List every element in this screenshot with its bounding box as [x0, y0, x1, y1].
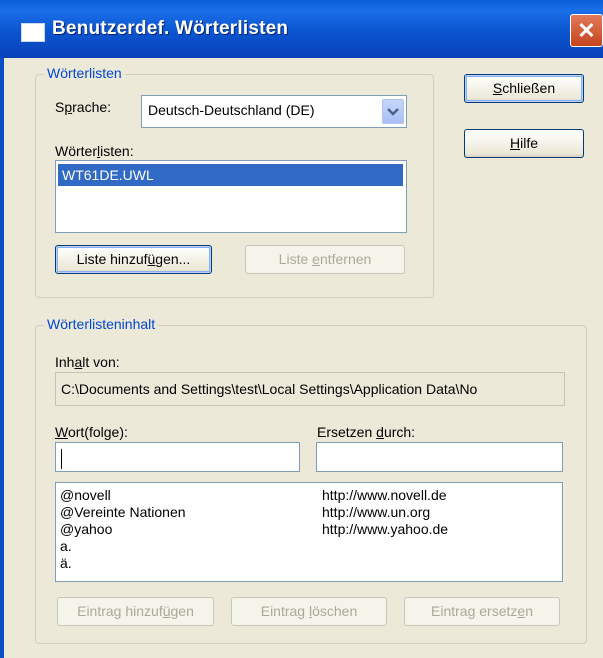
word-lists-listbox[interactable]: WT61DE.UWL [55, 160, 407, 233]
language-select[interactable]: Deutsch-Deutschland (DE) [141, 95, 407, 128]
table-row[interactable]: @Vereinte Nationen http://www.un.org [60, 504, 560, 521]
word-input[interactable] [55, 442, 300, 472]
table-row[interactable]: a. [60, 538, 560, 555]
replace-with-input[interactable] [316, 442, 563, 472]
word-lists-legend: Wörterlisten [44, 65, 125, 81]
entries-listbox[interactable]: @novell http://www.novell.de @Vereinte Na… [55, 482, 563, 582]
help-button[interactable]: Hilfe [464, 129, 584, 158]
close-window-button[interactable]: ✕ [570, 14, 603, 47]
scroll-up-button[interactable] [562, 485, 563, 505]
word-list-content-legend: Wörterlisteninhalt [44, 316, 159, 332]
text-caret [61, 449, 62, 469]
close-button[interactable]: Schließen [464, 74, 584, 103]
add-list-button[interactable]: Liste hinzufügen... [55, 245, 212, 274]
window-left-border [0, 58, 4, 658]
replace-with-label: Ersetzen durch: [317, 424, 416, 440]
delete-entry-button[interactable]: Eintrag löschen [231, 597, 387, 626]
language-select-value: Deutsch-Deutschland (DE) [148, 102, 315, 118]
word-label: Wort(folge): [55, 424, 128, 440]
dialog-window: Benutzerdef. Wörterlisten ✕ Wörterlisten… [0, 0, 603, 658]
language-label: Sprache: [55, 99, 112, 115]
content-path-field: C:\Documents and Settings\test\Local Set… [55, 372, 565, 406]
table-row[interactable]: ä. [60, 555, 560, 572]
content-path-value: C:\Documents and Settings\test\Local Set… [61, 381, 478, 397]
window-title: Benutzerdef. Wörterlisten [52, 18, 289, 39]
title-bar[interactable]: Benutzerdef. Wörterlisten ✕ [0, 0, 603, 58]
window-icon [21, 23, 45, 42]
vertical-scrollbar[interactable] [560, 483, 563, 581]
list-item[interactable]: WT61DE.UWL [58, 164, 403, 186]
replace-entry-button[interactable]: Eintrag ersetzen [404, 597, 560, 626]
word-lists-label: Wörterlisten: [55, 143, 134, 159]
table-row[interactable]: @yahoo http://www.yahoo.de [60, 521, 560, 538]
add-entry-button[interactable]: Eintrag hinzufügen [57, 597, 214, 626]
table-row[interactable]: @novell http://www.novell.de [60, 487, 560, 504]
dropdown-button[interactable] [382, 99, 404, 124]
content-of-label: Inhalt von: [55, 354, 120, 370]
scroll-down-button[interactable] [562, 559, 563, 579]
remove-list-button[interactable]: Liste entfernen [245, 245, 405, 274]
scroll-thumb[interactable] [562, 507, 563, 519]
chevron-down-icon [387, 108, 399, 116]
